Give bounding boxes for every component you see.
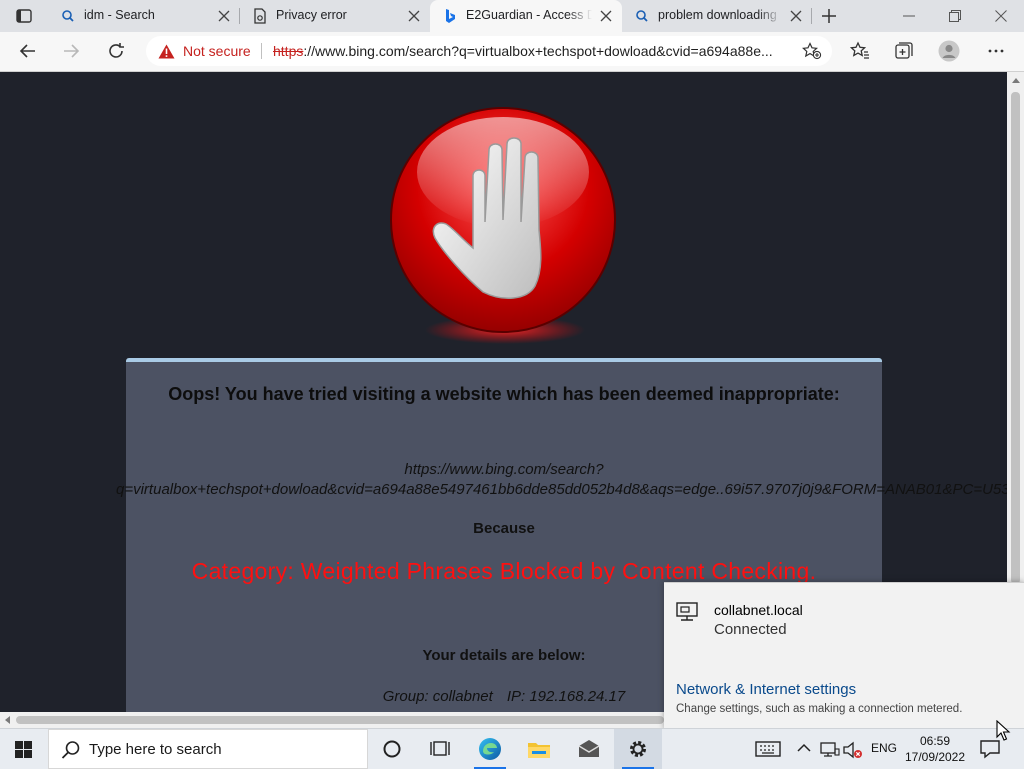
divider: [261, 43, 262, 59]
new-tab-icon[interactable]: [820, 7, 838, 25]
edge-taskbar-button[interactable]: [466, 729, 514, 769]
tab-title: idm - Search: [84, 8, 155, 22]
tab-title: E2Guardian - Access De: [466, 8, 592, 22]
clock[interactable]: 06:59 17/09/2022: [902, 733, 968, 765]
scroll-left-arrow-icon[interactable]: [5, 716, 10, 724]
close-icon[interactable]: [408, 10, 420, 22]
address-bar[interactable]: Not secure https://www.bing.com/search?q…: [146, 36, 832, 66]
search-icon: [62, 10, 74, 22]
block-headline: Oops! You have tried visiting a website …: [168, 384, 840, 404]
close-window-button[interactable]: [978, 0, 1024, 32]
search-icon: [636, 10, 648, 22]
url-scheme: https: [273, 43, 304, 59]
tab-title: Privacy error: [276, 8, 347, 22]
blocked-url: https://www.bing.com/search? q=virtualbo…: [116, 460, 1007, 500]
tab-problem-downloading[interactable]: problem downloading: [622, 0, 812, 32]
close-icon[interactable]: [218, 10, 230, 22]
url-rest: ://www.bing.com/search?q=virtualbox+tech…: [303, 43, 773, 59]
tab-actions-icon: [16, 9, 32, 23]
blocked-url-line1: https://www.bing.com/search?: [404, 461, 604, 478]
security-label: Not secure: [183, 43, 251, 59]
back-arrow-icon[interactable]: [17, 40, 39, 62]
language-indicator[interactable]: ENG: [871, 741, 897, 755]
clock-date: 17/09/2022: [904, 750, 966, 764]
tab-privacy-error[interactable]: Privacy error: [240, 0, 430, 32]
search-icon: [61, 741, 80, 759]
windows-logo-icon: [15, 741, 32, 758]
network-settings-link[interactable]: Network & Internet settings: [676, 681, 856, 698]
cortana-button[interactable]: [368, 729, 416, 769]
mail-button[interactable]: [565, 729, 613, 769]
security-indicator[interactable]: Not secure: [158, 43, 251, 59]
restore-icon: [949, 10, 961, 22]
group-label: Group: collabnet: [382, 688, 493, 705]
forward-arrow-icon[interactable]: [60, 40, 82, 62]
add-favorite-icon[interactable]: [802, 42, 822, 60]
tab-title: problem downloading: [658, 8, 777, 22]
page-icon: [254, 8, 266, 24]
task-view-icon: [430, 741, 450, 756]
bing-icon: [446, 9, 455, 23]
network-tray-icon[interactable]: [820, 741, 840, 759]
settings-button[interactable]: [614, 729, 662, 769]
profile-avatar-icon[interactable]: [938, 40, 960, 62]
mail-icon: [578, 740, 600, 757]
minimize-icon: [903, 15, 915, 17]
tab-actions-button[interactable]: [0, 0, 48, 32]
refresh-icon[interactable]: [105, 40, 127, 62]
url-text[interactable]: https://www.bing.com/search?q=virtualbox…: [273, 43, 793, 59]
close-icon: [995, 10, 1007, 22]
close-icon[interactable]: [600, 10, 612, 22]
mouse-cursor-icon: [996, 720, 1011, 741]
minimize-button[interactable]: [886, 0, 932, 32]
folder-icon: [528, 743, 550, 758]
warning-icon: [158, 44, 175, 58]
collections-icon[interactable]: [893, 40, 915, 62]
network-name[interactable]: collabnet.local: [714, 602, 803, 618]
close-icon[interactable]: [790, 10, 802, 22]
clock-time: 06:59: [919, 734, 951, 748]
network-flyout: collabnet.local Connected Network & Inte…: [664, 582, 1024, 729]
scroll-up-arrow-icon[interactable]: [1012, 78, 1020, 83]
gear-icon: [630, 741, 646, 757]
more-options-icon[interactable]: [985, 40, 1007, 62]
ethernet-icon: [676, 602, 698, 621]
search-placeholder: Type here to search: [89, 741, 222, 758]
cortana-icon: [383, 740, 401, 758]
task-view-button[interactable]: [416, 729, 464, 769]
stop-hand-icon: [390, 107, 616, 344]
network-settings-description: Change settings, such as making a connec…: [676, 703, 963, 715]
ip-label: IP: 192.168.24.17: [506, 688, 626, 705]
block-reason: Category: Weighted Phrases Blocked by Co…: [191, 558, 817, 584]
favorites-icon[interactable]: [849, 40, 871, 62]
volume-muted-icon[interactable]: [843, 741, 863, 759]
tab-strip: idm - Search Privacy error E2Guardian - …: [0, 0, 1024, 32]
scrollbar-thumb[interactable]: [16, 716, 664, 724]
edge-icon: [479, 738, 501, 760]
touch-keyboard-icon[interactable]: [755, 739, 781, 759]
tab-idm-search[interactable]: idm - Search: [48, 0, 240, 32]
because-label: Because: [473, 520, 535, 537]
blocked-url-line2: q=virtualbox+techspot+dowload&cvid=a694a…: [116, 481, 1007, 498]
taskbar: Type here to search ENG 06:59 17/09/2022: [0, 728, 1024, 769]
file-explorer-button[interactable]: [515, 729, 563, 769]
start-button[interactable]: [0, 729, 48, 769]
network-status: Connected: [714, 621, 787, 638]
chevron-up-icon[interactable]: [797, 743, 811, 753]
browser-toolbar: Not secure https://www.bing.com/search?q…: [0, 32, 1024, 72]
restore-button[interactable]: [932, 0, 978, 32]
tab-e2guardian[interactable]: E2Guardian - Access De: [430, 0, 622, 32]
scrollbar-thumb[interactable]: [1011, 92, 1020, 584]
taskbar-search-box[interactable]: Type here to search: [48, 729, 368, 769]
